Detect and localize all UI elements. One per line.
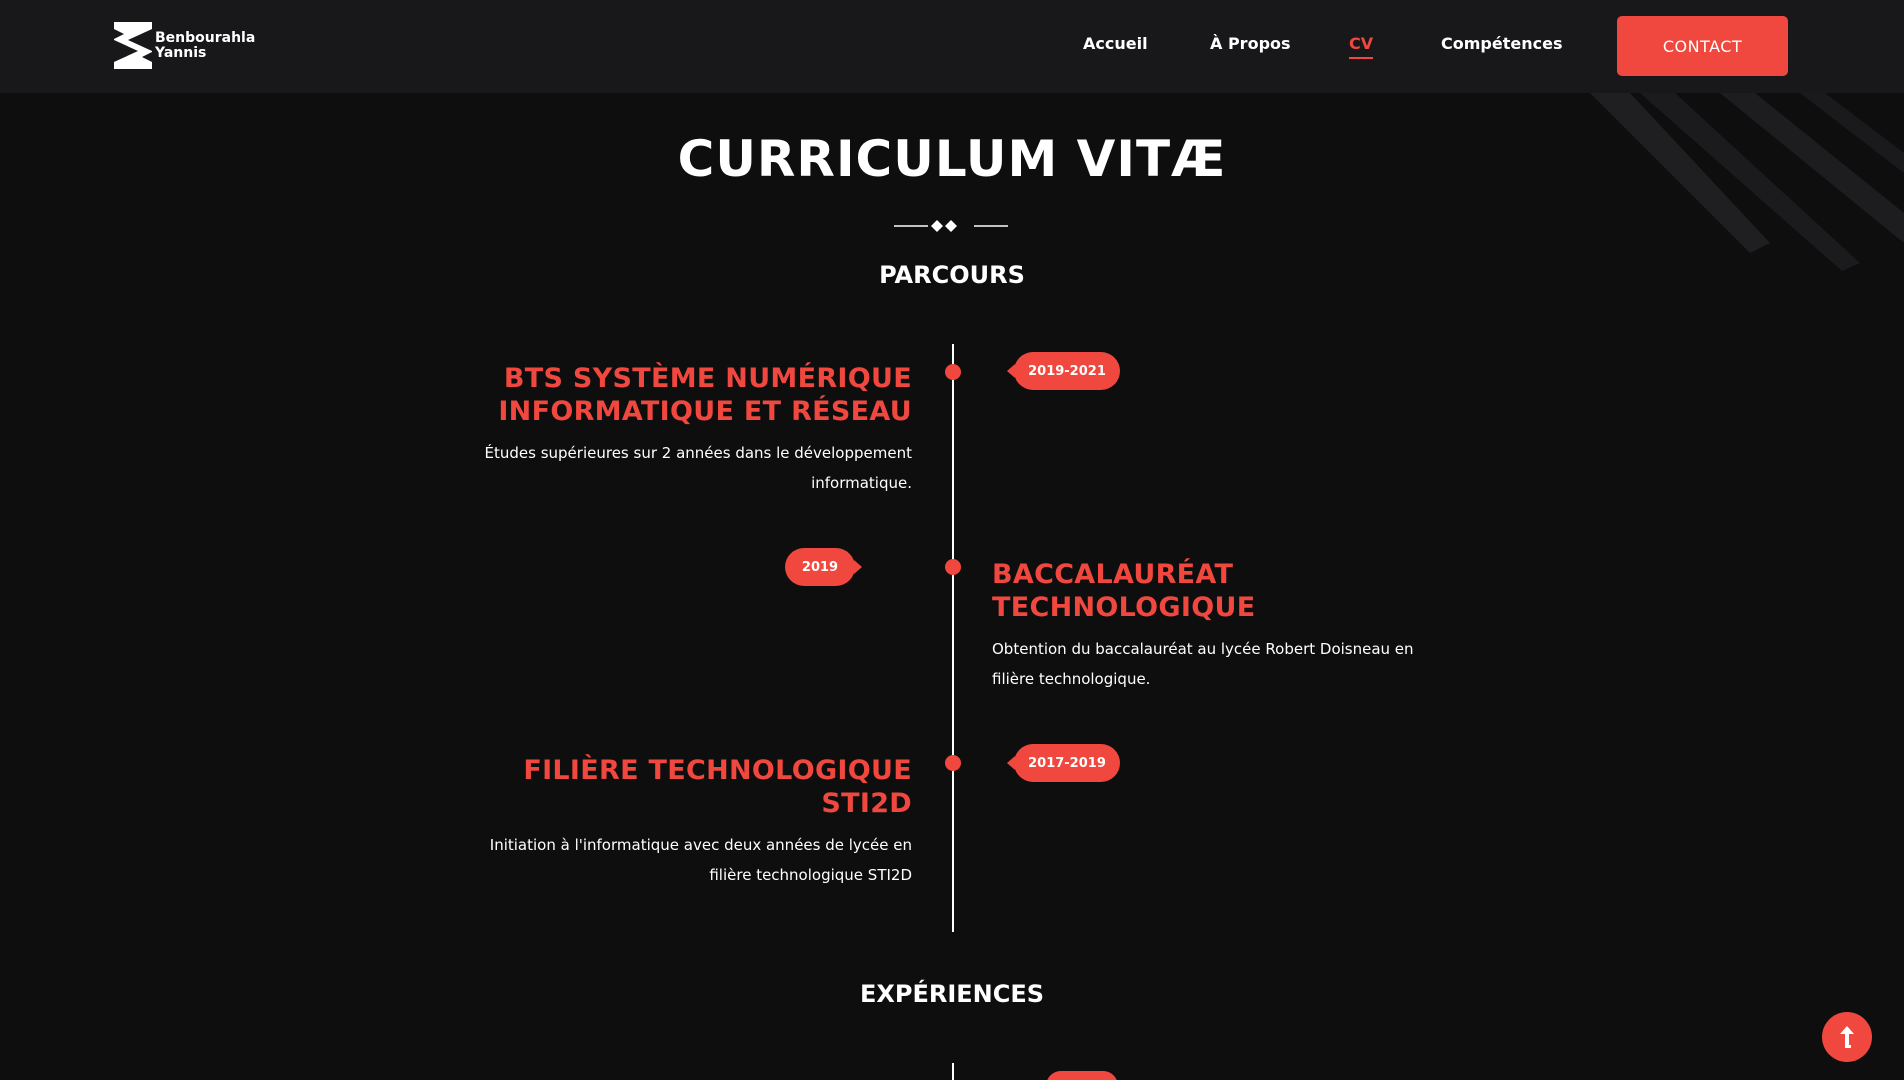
timeline-dot <box>945 364 961 380</box>
entry-description: Initiation à l'informatique avec deux an… <box>420 830 912 890</box>
double-diamond-divider-icon <box>894 220 1008 232</box>
section-title-parcours: PARCOURS <box>879 261 1025 289</box>
nav-item-a-propos[interactable]: À Propos <box>1210 34 1291 53</box>
entry-title: FILIÈRE TECHNOLOGIQUE STI2D <box>420 754 912 820</box>
nav-item-accueil[interactable]: Accueil <box>1083 34 1148 53</box>
page-title: CURRICULUM VITÆ <box>677 130 1227 188</box>
period-badge: 2017-2019 <box>1007 744 1120 782</box>
entry-title-line: BTS SYSTÈME NUMÉRIQUE <box>503 363 912 394</box>
entry-title-line: STI2D <box>821 788 912 819</box>
timeline-line <box>952 1063 954 1080</box>
contact-button[interactable]: CONTACT <box>1617 16 1788 76</box>
arrow-up-icon <box>1840 1026 1854 1048</box>
entry-desc-line: Initiation à l'informatique avec deux an… <box>489 836 912 854</box>
timeline-dot <box>945 755 961 771</box>
period-badge: 2019 <box>785 548 862 586</box>
timeline-dot <box>945 559 961 575</box>
period-badge-partial <box>1046 1071 1118 1080</box>
brush-stroke-decoration <box>1590 93 1904 271</box>
entry-title-line: FILIÈRE TECHNOLOGIQUE <box>523 755 912 786</box>
zigzag-logo-icon <box>114 22 152 69</box>
entry-title-line: INFORMATIQUE ET RÉSEAU <box>498 396 912 427</box>
brand-logo[interactable]: Benbourahla Yannis <box>114 22 255 69</box>
entry-desc-line: filière technologique. <box>992 670 1151 688</box>
nav-item-cv-label: CV <box>1349 34 1374 53</box>
entry-title-line: TECHNOLOGIQUE <box>992 592 1256 623</box>
entry-title-line: BACCALAURÉAT <box>992 559 1234 590</box>
entry-desc-line: filière technologique STI2D <box>709 866 912 884</box>
brand-line-2: Yannis <box>155 44 207 61</box>
site-header: Benbourahla Yannis Accueil À Propos CV C… <box>0 0 1904 93</box>
entry-title: BTS SYSTÈME NUMÉRIQUE INFORMATIQUE ET RÉ… <box>420 362 912 428</box>
entry-description: Obtention du baccalauréat au lycée Rober… <box>992 634 1492 694</box>
timeline-line <box>952 344 954 932</box>
section-title-experiences: EXPÉRIENCES <box>859 980 1045 1008</box>
entry-desc-line: informatique. <box>811 474 912 492</box>
brand-line-1: Benbourahla <box>155 29 256 46</box>
nav-item-competences[interactable]: Compétences <box>1441 34 1562 53</box>
scroll-to-top-button[interactable] <box>1822 1012 1872 1062</box>
brand-name: Benbourahla Yannis <box>155 29 256 61</box>
entry-title: BACCALAURÉAT TECHNOLOGIQUE <box>992 558 1492 624</box>
entry-description: Études supérieures sur 2 années dans le … <box>420 438 912 498</box>
entry-desc-line: Obtention du baccalauréat au lycée Rober… <box>992 640 1414 658</box>
entry-desc-line: Études supérieures sur 2 années dans le … <box>484 444 912 462</box>
period-badge: 2019-2021 <box>1007 352 1120 390</box>
nav-item-cv[interactable]: CV <box>1349 34 1374 59</box>
active-underline <box>1349 57 1374 59</box>
